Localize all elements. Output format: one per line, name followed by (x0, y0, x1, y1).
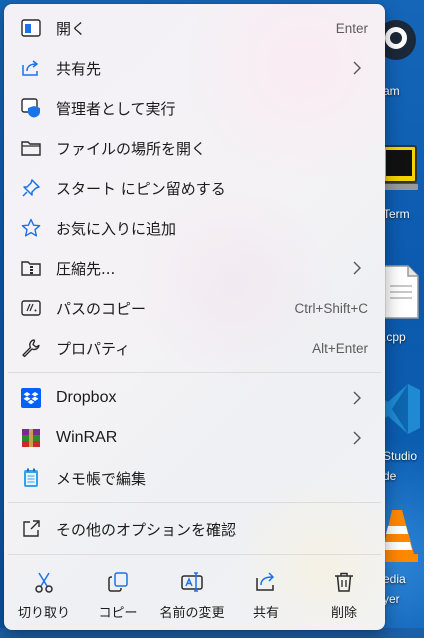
accelerator-text: Alt+Enter (312, 340, 368, 356)
share-button-label: 共有 (252, 606, 279, 621)
wrench-icon (20, 337, 42, 359)
menu-item-compress-to[interactable]: 圧縮先... (10, 250, 379, 286)
menu-item-label: パスのコピー (56, 299, 147, 318)
desktop-label-cpp: .cpp (383, 330, 406, 344)
menu-item-run-as-admin[interactable]: 管理者として実行 (10, 90, 379, 126)
accelerator-text: Enter (335, 20, 368, 36)
menu-item-copy-path[interactable]: パスのコピー Ctrl+Shift+C (10, 290, 379, 326)
share-icon (256, 572, 275, 591)
menu-item-label: WinRAR (56, 429, 118, 446)
menu-item-label: その他のオプションを確認 (56, 520, 237, 539)
zip-folder-icon (20, 257, 42, 279)
copy-icon (108, 572, 128, 592)
menu-item-dropbox[interactable]: Dropbox (10, 380, 379, 416)
rename-button-label: 名前の変更 (159, 606, 225, 621)
folder-icon (20, 137, 42, 159)
rename-icon (181, 572, 203, 592)
menu-item-pin-to-start[interactable]: スタート にピン留めする (10, 170, 379, 206)
chevron-right-icon (353, 61, 361, 75)
desktop-label-media: edia (383, 572, 406, 586)
chevron-right-icon (353, 431, 361, 445)
desktop-label-player: yer (383, 592, 400, 606)
trash-icon (335, 572, 353, 592)
menu-item-label: 開く (56, 19, 87, 38)
winrar-icon (20, 427, 42, 449)
menu-separator (8, 502, 381, 503)
context-menu: 開く Enter 共有先 管理者として実行 ファイルの場所を開く スタート にピ… (4, 4, 385, 630)
menu-item-label: 共有先 (56, 59, 102, 78)
menu-separator (8, 554, 381, 555)
rename-button[interactable]: 名前の変更 (155, 566, 229, 626)
menu-item-share-to[interactable]: 共有先 (10, 50, 379, 86)
menu-item-label: 管理者として実行 (56, 99, 176, 118)
accelerator-text: Ctrl+Shift+C (294, 300, 368, 316)
menu-item-label: 圧縮先... (56, 259, 116, 278)
share-icon (20, 57, 42, 79)
menu-item-label: Dropbox (56, 389, 117, 406)
menu-item-show-more-options[interactable]: その他のオプションを確認 (10, 511, 379, 547)
scissors-icon (35, 572, 53, 593)
share-button[interactable]: 共有 (229, 566, 303, 626)
menu-item-edit-in-notepad[interactable]: メモ帳で編集 (10, 460, 379, 496)
notepad-icon (20, 467, 42, 489)
desktop-label-studio: Studio (383, 449, 418, 463)
chevron-right-icon (353, 391, 361, 405)
cut-button[interactable]: 切り取り (7, 566, 81, 626)
pin-icon (20, 177, 42, 199)
delete-button[interactable]: 削除 (307, 566, 381, 626)
menu-item-label: メモ帳で編集 (56, 469, 147, 488)
cut-button-label: 切り取り (17, 606, 70, 621)
external-options-icon (20, 518, 42, 540)
open-window-icon (20, 17, 42, 39)
menu-item-label: プロパティ (56, 339, 131, 358)
desktop-label-code: de (383, 469, 397, 483)
desktop-label-term: Term (383, 207, 410, 221)
menu-item-label: お気に入りに追加 (56, 219, 177, 238)
delete-button-label: 削除 (330, 606, 357, 621)
copy-button-label: コピー (98, 606, 138, 621)
dropbox-icon (20, 387, 42, 409)
menu-item-properties[interactable]: プロパティ Alt+Enter (10, 330, 379, 366)
menu-item-open[interactable]: 開く Enter (10, 10, 379, 46)
menu-separator (8, 372, 381, 373)
menu-item-label: スタート にピン留めする (56, 179, 226, 198)
menu-item-winrar[interactable]: WinRAR (10, 420, 379, 456)
star-icon (20, 217, 42, 239)
chevron-right-icon (353, 261, 361, 275)
copy-path-icon (20, 297, 42, 319)
copy-button[interactable]: コピー (81, 566, 155, 626)
menu-item-add-to-favorites[interactable]: お気に入りに追加 (10, 210, 379, 246)
menu-item-open-file-location[interactable]: ファイルの場所を開く (10, 130, 379, 166)
menu-item-label: ファイルの場所を開く (56, 139, 207, 158)
shield-admin-icon (20, 97, 42, 119)
desktop-label-steam: am (383, 84, 400, 98)
